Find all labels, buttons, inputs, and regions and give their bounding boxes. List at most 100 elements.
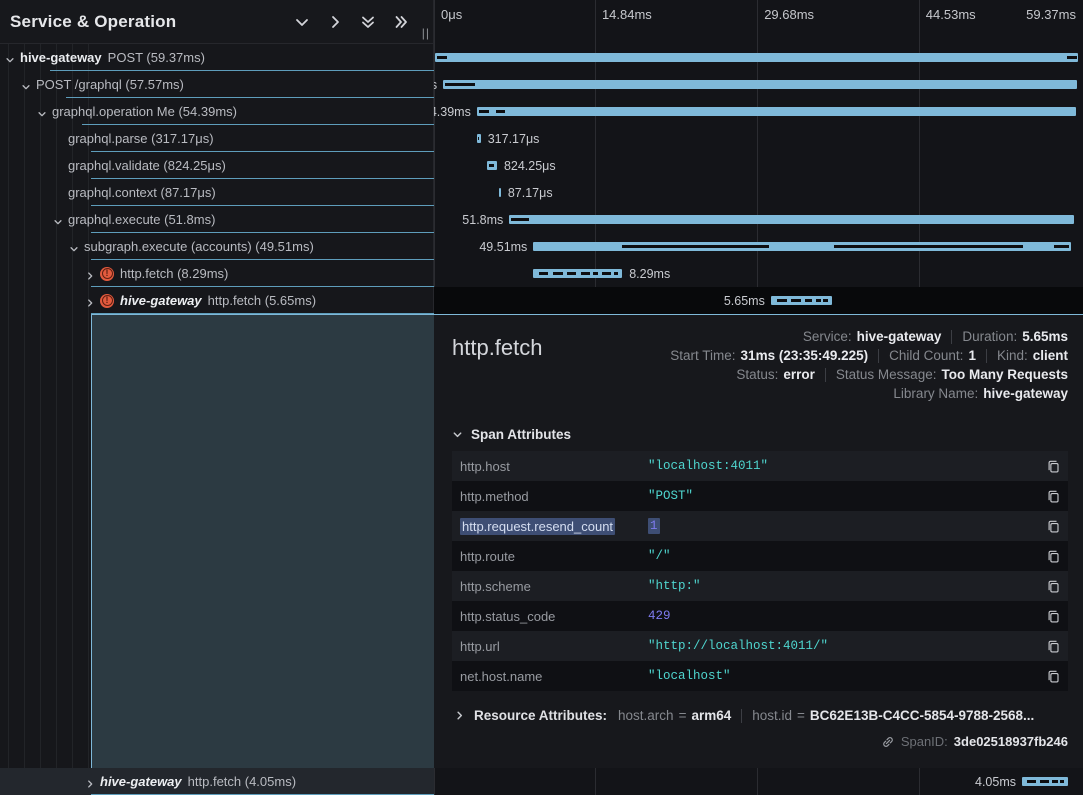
attribute-row[interactable]: http.status_code429 — [452, 601, 1068, 631]
copy-icon[interactable] — [1038, 609, 1068, 624]
span-label: graphql.parse (317.17μs) — [68, 131, 214, 146]
tree-header: Service & Operation || — [0, 0, 433, 44]
span-duration-bar[interactable] — [499, 188, 501, 197]
span-tree-row[interactable]: hive-gatewayhttp.fetch (4.05ms) — [0, 768, 434, 795]
attribute-row[interactable]: http.request.resend_count1 — [452, 511, 1068, 541]
copy-icon[interactable] — [1038, 489, 1068, 504]
child-span-notch — [437, 56, 447, 59]
span-label: subgraph.execute (accounts) (49.51ms) — [84, 239, 314, 254]
double-chevron-right-icon[interactable] — [393, 14, 409, 30]
span-tree-row[interactable]: subgraph.execute (accounts) (49.51ms) — [0, 233, 434, 260]
chevron-down-icon[interactable] — [21, 80, 31, 90]
span-service-name: hive-gateway — [120, 293, 202, 308]
link-icon[interactable] — [881, 735, 895, 749]
span-service-name: hive-gateway — [100, 774, 182, 789]
child-span-notch — [816, 299, 821, 302]
span-tree-row[interactable]: graphql.operation Me (54.39ms) — [0, 98, 434, 125]
span-timeline-row[interactable]: 49.51ms — [434, 233, 1083, 260]
span-operation-name: graphql.operation Me (54.39ms) — [52, 104, 237, 119]
span-attributes-title: Span Attributes — [471, 427, 571, 442]
attribute-key: http.scheme — [452, 579, 648, 594]
copy-icon[interactable] — [1038, 579, 1068, 594]
panel-resize-handle[interactable]: || — [422, 26, 430, 40]
span-timeline-row[interactable]: 51.8ms — [434, 206, 1083, 233]
chevron-down-icon[interactable] — [53, 215, 63, 225]
attribute-row[interactable]: http.route"/" — [452, 541, 1068, 571]
span-tree-row[interactable]: !hive-gatewayhttp.fetch (5.65ms) — [0, 287, 434, 314]
child-span-notch — [1027, 780, 1036, 783]
child-span-notch — [622, 245, 769, 248]
span-timeline-row[interactable]: 59.37ms — [434, 44, 1083, 71]
child-span-notch — [445, 83, 475, 86]
meta-value: client — [1033, 348, 1068, 363]
span-tree-row[interactable]: graphql.validate (824.25μs) — [0, 152, 434, 179]
child-span-notch — [511, 218, 529, 221]
span-duration-bar[interactable] — [443, 80, 1077, 89]
chevron-right-icon[interactable] — [85, 269, 95, 279]
meta-label: Library Name: — [893, 386, 978, 401]
divider — [878, 349, 879, 363]
ruler-tick-label: 14.84ms — [602, 7, 652, 22]
span-id-label: SpanID: — [901, 734, 948, 749]
chevron-right-icon[interactable] — [85, 777, 95, 787]
copy-icon[interactable] — [1038, 519, 1068, 534]
span-duration-bar[interactable] — [435, 53, 1079, 62]
span-timeline-row[interactable]: 4.05ms — [434, 768, 1083, 795]
span-tree-row[interactable]: graphql.execute (51.8ms) — [0, 206, 434, 233]
chevron-down-icon — [452, 429, 463, 440]
span-id-row: SpanID: 3de02518937fb246 — [452, 734, 1068, 749]
span-operation-name: graphql.context (87.17μs) — [68, 185, 216, 200]
span-duration-label: 51.8ms — [462, 213, 503, 227]
span-tree-row[interactable]: !http.fetch (8.29ms) — [0, 260, 434, 287]
span-tree-row[interactable]: POST /graphql (57.57ms) — [0, 71, 434, 98]
span-tree-row[interactable]: hive-gatewayPOST (59.37ms) — [0, 44, 434, 71]
span-meta-line: Library Name: hive-gateway — [670, 386, 1068, 401]
attribute-row[interactable]: http.scheme"http:" — [452, 571, 1068, 601]
attribute-row[interactable]: http.host"localhost:4011" — [452, 451, 1068, 481]
span-timeline-row[interactable]: 824.25μs — [434, 152, 1083, 179]
child-span-notch — [581, 272, 590, 275]
child-span-notch — [539, 272, 548, 275]
span-label: hive-gatewayhttp.fetch (4.05ms) — [100, 774, 296, 789]
span-timeline-row[interactable]: 57.57ms — [434, 71, 1083, 98]
meta-label: Status: — [736, 367, 778, 382]
span-label: graphql.validate (824.25μs) — [68, 158, 226, 173]
attribute-row[interactable]: http.method"POST" — [452, 481, 1068, 511]
chevron-right-icon[interactable] — [327, 14, 343, 30]
meta-value: hive-gateway — [983, 386, 1068, 401]
span-timeline-row[interactable]: 5.65ms — [434, 287, 1083, 314]
span-attributes-toggle[interactable]: Span Attributes — [452, 427, 1068, 442]
child-span-notch — [479, 110, 489, 113]
chevron-right-icon[interactable] — [85, 296, 95, 306]
span-id-value: 3de02518937fb246 — [954, 734, 1068, 749]
child-span-notch — [602, 272, 611, 275]
equals-sign: = — [797, 708, 805, 723]
span-timeline-row[interactable]: 54.39ms — [434, 98, 1083, 125]
span-label: hive-gatewayhttp.fetch (5.65ms) — [120, 293, 316, 308]
resource-attributes-row[interactable]: Resource Attributes: host.arch=arm64host… — [452, 708, 1068, 723]
divider — [951, 330, 952, 344]
span-timeline-row[interactable]: 87.17μs — [434, 179, 1083, 206]
span-duration-bar[interactable] — [509, 215, 1074, 224]
span-meta: Service:hive-gatewayDuration:5.65msStart… — [670, 329, 1068, 401]
attribute-row[interactable]: net.host.name"localhost" — [452, 661, 1068, 691]
double-chevron-down-icon[interactable] — [360, 14, 376, 30]
chevron-down-icon[interactable] — [37, 107, 47, 117]
span-timeline-row[interactable]: 8.29ms — [434, 260, 1083, 287]
span-tree-row[interactable]: graphql.context (87.17μs) — [0, 179, 434, 206]
copy-icon[interactable] — [1038, 639, 1068, 654]
attribute-row[interactable]: http.url"http://localhost:4011/" — [452, 631, 1068, 661]
chevron-down-icon[interactable] — [69, 242, 79, 252]
chevron-down-icon[interactable] — [294, 14, 310, 30]
copy-icon[interactable] — [1038, 669, 1068, 684]
attribute-key: http.status_code — [452, 609, 648, 624]
divider — [741, 709, 742, 723]
child-span-notch — [567, 272, 576, 275]
span-operation-name: graphql.execute (51.8ms) — [68, 212, 215, 227]
copy-icon[interactable] — [1038, 459, 1068, 474]
span-duration-bar[interactable] — [477, 107, 1076, 116]
copy-icon[interactable] — [1038, 549, 1068, 564]
span-tree-row[interactable]: graphql.parse (317.17μs) — [0, 125, 434, 152]
span-timeline-row[interactable]: 317.17μs — [434, 125, 1083, 152]
chevron-down-icon[interactable] — [5, 53, 15, 63]
